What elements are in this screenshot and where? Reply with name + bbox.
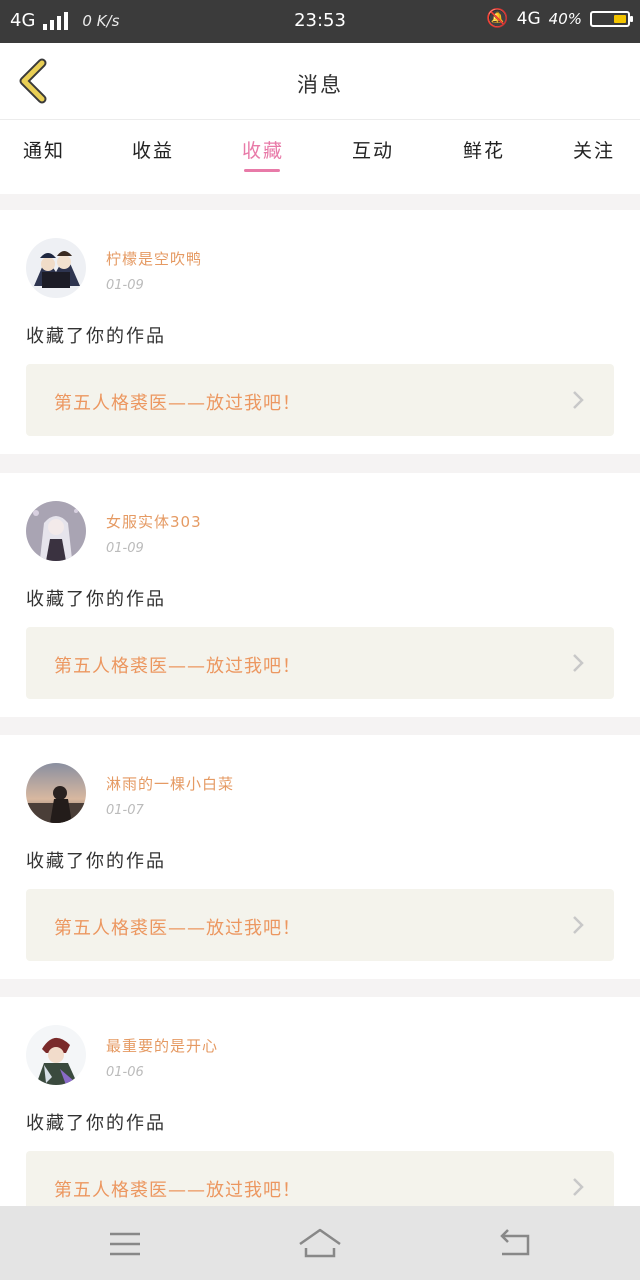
battery-percent: 40%	[548, 9, 582, 28]
username[interactable]: 淋雨的一棵小白菜	[106, 773, 234, 794]
page-header: 消息	[0, 43, 640, 120]
tab-earnings[interactable]: 收益	[132, 136, 174, 163]
work-title: 第五人格裘医——放过我吧！	[54, 918, 301, 939]
system-nav-bar	[0, 1206, 640, 1280]
action-text: 收藏了你的作品	[26, 851, 166, 872]
menu-button[interactable]	[104, 1224, 148, 1264]
list-item: 淋雨的一棵小白菜 01-07 收藏了你的作品 第五人格裘医——放过我吧！	[0, 735, 640, 979]
action-text: 收藏了你的作品	[26, 589, 166, 610]
network-label-right: 4G	[516, 8, 541, 29]
timestamp: 01-06	[106, 1065, 144, 1080]
chevron-right-icon	[573, 391, 584, 409]
tab-notifications[interactable]: 通知	[23, 136, 65, 163]
muted-bell-icon: 🔕	[486, 8, 509, 29]
tab-favorites[interactable]: 收藏	[242, 136, 284, 172]
action-text: 收藏了你的作品	[26, 1113, 166, 1134]
avatar[interactable]	[26, 1025, 86, 1085]
status-bar: 4G 0 K/s 23:53 🔕 4G 40%	[0, 0, 640, 43]
return-button[interactable]	[494, 1224, 538, 1264]
chevron-right-icon	[573, 916, 584, 934]
timestamp: 01-07	[106, 803, 144, 818]
username[interactable]: 最重要的是开心	[106, 1035, 218, 1056]
status-right: 🔕 4G 40%	[486, 8, 633, 29]
chevron-right-icon	[573, 1178, 584, 1196]
work-title: 第五人格裘医——放过我吧！	[54, 393, 301, 414]
chevron-right-icon	[573, 654, 584, 672]
work-link[interactable]: 第五人格裘医——放过我吧！	[26, 364, 614, 436]
work-link[interactable]: 第五人格裘医——放过我吧！	[26, 889, 614, 961]
username[interactable]: 柠檬是空吹鸭	[106, 248, 202, 269]
work-title: 第五人格裘医——放过我吧！	[54, 1180, 301, 1201]
action-text: 收藏了你的作品	[26, 326, 166, 347]
username[interactable]: 女服实体303	[106, 511, 202, 532]
timestamp: 01-09	[106, 278, 144, 293]
return-icon	[500, 1229, 530, 1256]
work-link[interactable]: 第五人格裘医——放过我吧！	[26, 627, 614, 699]
menu-icon	[110, 1232, 140, 1256]
tab-flowers[interactable]: 鲜花	[463, 136, 505, 163]
avatar[interactable]	[26, 501, 86, 561]
timestamp: 01-09	[106, 541, 144, 556]
tab-interactions[interactable]: 互动	[352, 136, 394, 163]
home-button[interactable]	[298, 1224, 342, 1264]
home-icon	[299, 1228, 341, 1258]
list-item: 柠檬是空吹鸭 01-09 收藏了你的作品 第五人格裘医——放过我吧！	[0, 210, 640, 454]
avatar[interactable]	[26, 763, 86, 823]
avatar[interactable]	[26, 238, 86, 298]
tab-follows[interactable]: 关注	[573, 136, 615, 163]
list-item: 女服实体303 01-09 收藏了你的作品 第五人格裘医——放过我吧！	[0, 473, 640, 717]
work-title: 第五人格裘医——放过我吧！	[54, 656, 301, 677]
battery-icon	[590, 10, 633, 27]
page-title: 消息	[297, 73, 343, 97]
tab-bar: 通知 收益 收藏 互动 鲜花 关注	[0, 120, 640, 194]
list-item: 最重要的是开心 01-06 收藏了你的作品 第五人格裘医——放过我吧！	[0, 997, 640, 1241]
